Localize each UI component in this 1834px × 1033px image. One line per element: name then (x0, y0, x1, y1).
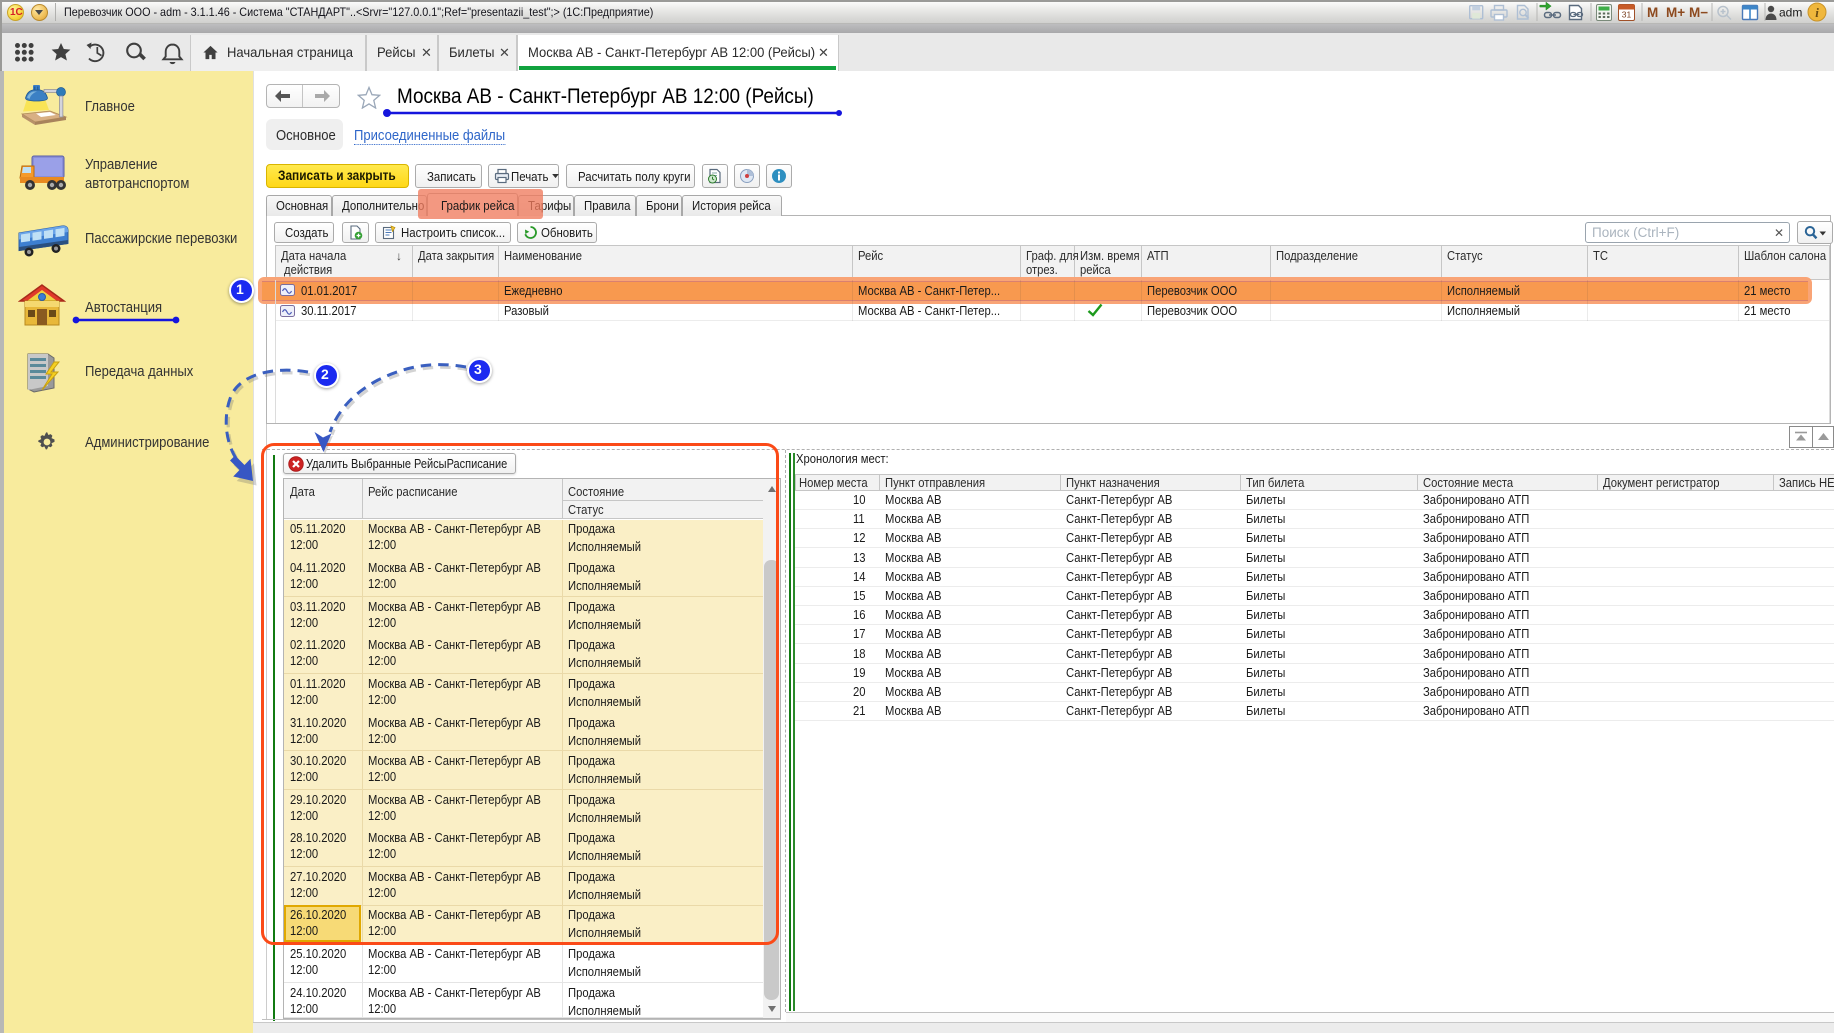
svg-text:31: 31 (1622, 10, 1632, 20)
svg-text:adm: adm (1779, 6, 1802, 20)
svg-text:M: M (1647, 5, 1658, 20)
svg-text:M−: M− (1689, 5, 1708, 20)
svg-text:i: i (1815, 5, 1819, 20)
svg-text:M+: M+ (1666, 5, 1685, 20)
